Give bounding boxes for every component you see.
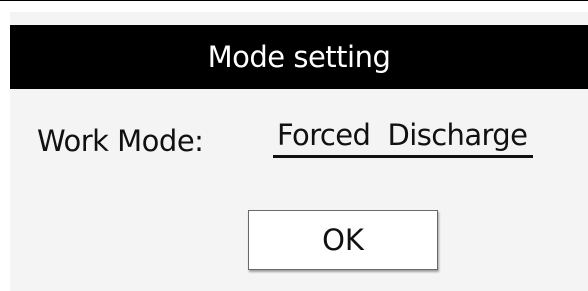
dialog-title: Mode setting [207,40,391,74]
work-mode-label: Work Mode: [37,124,204,158]
ok-button[interactable]: OK [248,210,438,270]
ok-button-label: OK [322,223,364,257]
work-mode-value: Forced Discharge [277,118,528,152]
dialog-title-bar: Mode setting [10,25,588,89]
mode-setting-dialog: Mode setting Work Mode: Forced Discharge… [10,12,588,291]
work-mode-underline [273,155,533,158]
work-mode-selector[interactable]: Forced Discharge [273,114,533,160]
top-border-line [0,0,588,1]
